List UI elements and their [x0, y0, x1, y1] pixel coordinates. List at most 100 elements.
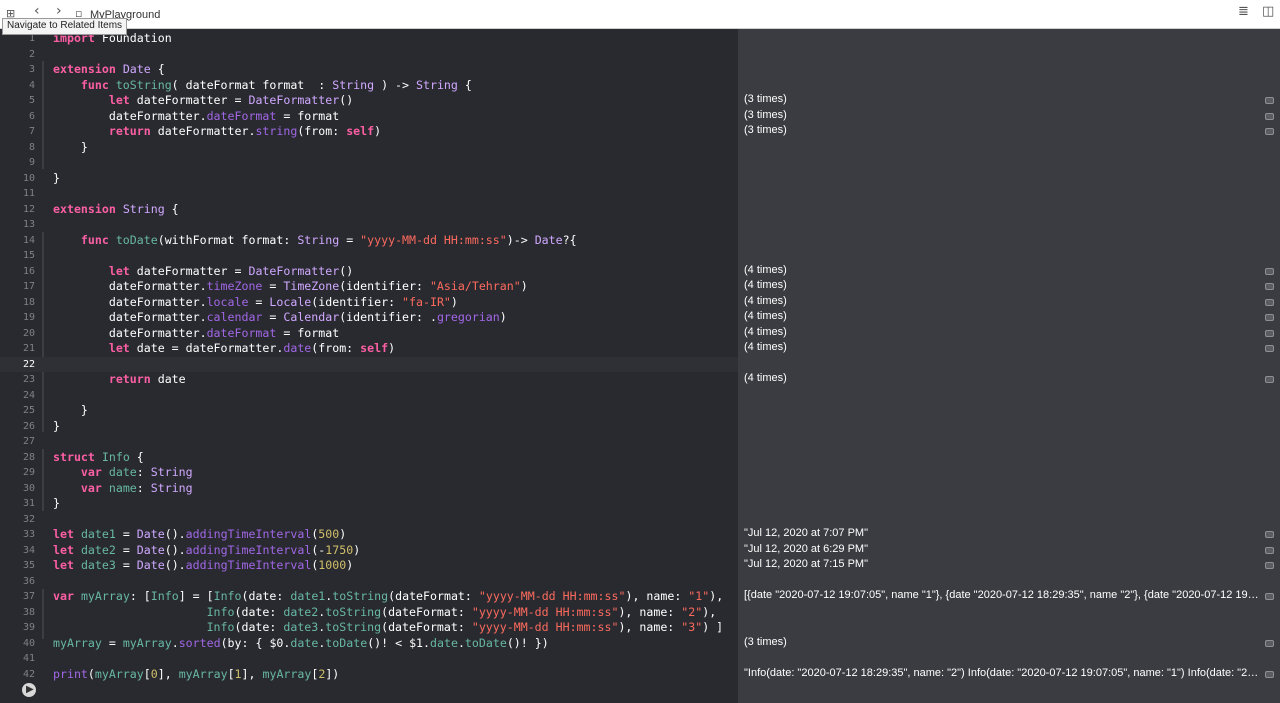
- code-line[interactable]: 37 var myArray: [Info] = [Info(date: date…: [0, 589, 738, 605]
- code-line[interactable]: 15: [0, 248, 738, 264]
- code-text[interactable]: Info(date: date3.toString(dateFormat: "y…: [53, 620, 724, 636]
- code-line[interactable]: 27: [0, 434, 738, 450]
- quick-look-icon[interactable]: [1265, 283, 1274, 290]
- code-text[interactable]: print(myArray[0], myArray[1], myArray[2]…: [53, 667, 339, 683]
- code-line[interactable]: 21 let date = dateFormatter.date(from: s…: [0, 341, 738, 357]
- code-line[interactable]: 38 Info(date: date2.toString(dateFormat:…: [0, 605, 738, 621]
- code-line[interactable]: 19 dateFormatter.calendar = Calendar(ide…: [0, 310, 738, 326]
- result-value[interactable]: (3 times): [744, 93, 1260, 105]
- code-line[interactable]: 25 }: [0, 403, 738, 419]
- code-line[interactable]: 22: [0, 356, 738, 372]
- result-value[interactable]: (4 times): [744, 264, 1260, 276]
- code-text[interactable]: }: [53, 419, 60, 435]
- result-value[interactable]: "Jul 12, 2020 at 7:07 PM": [744, 527, 1260, 539]
- code-line[interactable]: 6 dateFormatter.dateFormat = format: [0, 109, 738, 125]
- result-value[interactable]: (4 times): [744, 326, 1260, 338]
- inspector-toggle-icon[interactable]: ◫: [1262, 4, 1274, 19]
- code-text[interactable]: return dateFormatter.string(from: self): [53, 124, 381, 140]
- code-text[interactable]: var name: String: [53, 481, 193, 497]
- code-text[interactable]: dateFormatter.calendar = Calendar(identi…: [53, 310, 507, 326]
- code-text[interactable]: return date: [53, 372, 186, 388]
- code-line[interactable]: 3 extension Date {: [0, 62, 738, 78]
- result-value[interactable]: [{date "2020-07-12 19:07:05", name "1"},…: [744, 589, 1260, 601]
- code-text[interactable]: Info(date: date2.toString(dateFormat: "y…: [53, 605, 717, 621]
- code-text[interactable]: extension Date {: [53, 62, 165, 78]
- code-text[interactable]: extension String {: [53, 202, 179, 218]
- result-value[interactable]: (3 times): [744, 124, 1260, 136]
- code-line[interactable]: 41: [0, 651, 738, 667]
- code-line[interactable]: 9: [0, 155, 738, 171]
- code-line[interactable]: 13: [0, 217, 738, 233]
- code-line[interactable]: 28 struct Info {: [0, 450, 738, 466]
- code-text[interactable]: myArray = myArray.sorted(by: { $0.date.t…: [53, 636, 549, 652]
- code-line[interactable]: 42 print(myArray[0], myArray[1], myArray[…: [0, 667, 738, 683]
- code-line[interactable]: 11: [0, 186, 738, 202]
- code-text[interactable]: dateFormatter.dateFormat = format: [53, 326, 339, 342]
- code-line[interactable]: 20 dateFormatter.dateFormat = format: [0, 326, 738, 342]
- code-line[interactable]: 36: [0, 574, 738, 590]
- code-text[interactable]: let date = dateFormatter.date(from: self…: [53, 341, 395, 357]
- code-text[interactable]: let date2 = Date().addingTimeInterval(-1…: [53, 543, 360, 559]
- result-value[interactable]: (3 times): [744, 109, 1260, 121]
- code-line[interactable]: 10}: [0, 171, 738, 187]
- code-line[interactable]: 39 Info(date: date3.toString(dateFormat:…: [0, 620, 738, 636]
- code-editor[interactable]: 1 import Foundation 2 3 extension Date {4 fu…: [0, 29, 738, 703]
- code-text[interactable]: }: [53, 140, 88, 156]
- code-text[interactable]: }: [53, 171, 60, 187]
- quick-look-icon[interactable]: [1265, 97, 1274, 104]
- code-line[interactable]: 14 func toDate(withFormat format: String…: [0, 233, 738, 249]
- code-text[interactable]: func toDate(withFormat format: String = …: [53, 233, 577, 249]
- code-line[interactable]: 33 let date1 = Date().addingTimeInterval(…: [0, 527, 738, 543]
- code-line[interactable]: 7 return dateFormatter.string(from: self…: [0, 124, 738, 140]
- code-line[interactable]: 35 let date3 = Date().addingTimeInterval(…: [0, 558, 738, 574]
- code-text[interactable]: dateFormatter.locale = Locale(identifier…: [53, 295, 458, 311]
- result-value[interactable]: "Jul 12, 2020 at 7:15 PM": [744, 558, 1260, 570]
- result-value[interactable]: (3 times): [744, 636, 1260, 648]
- code-line[interactable]: 4 func toString( dateFormat format : Str…: [0, 78, 738, 94]
- quick-look-icon[interactable]: [1265, 670, 1274, 678]
- quick-look-icon[interactable]: [1265, 128, 1274, 135]
- quick-look-icon[interactable]: [1265, 112, 1274, 120]
- quick-look-icon[interactable]: [1265, 546, 1274, 554]
- result-value[interactable]: (4 times): [744, 341, 1260, 353]
- code-text[interactable]: var myArray: [Info] = [Info(date: date1.…: [53, 589, 723, 605]
- result-value[interactable]: (4 times): [744, 279, 1260, 291]
- code-line[interactable]: 17 dateFormatter.timeZone = TimeZone(ide…: [0, 279, 738, 295]
- code-text[interactable]: let date1 = Date().addingTimeInterval(50…: [53, 527, 346, 543]
- result-value[interactable]: (4 times): [744, 310, 1260, 322]
- code-line[interactable]: 2: [0, 47, 738, 63]
- quick-look-icon[interactable]: [1265, 562, 1274, 569]
- quick-look-icon[interactable]: [1265, 639, 1274, 647]
- code-line[interactable]: 30 var name: String: [0, 481, 738, 497]
- editor-options-icon[interactable]: ≣: [1238, 4, 1249, 19]
- code-line[interactable]: 26}: [0, 419, 738, 435]
- code-line[interactable]: 12 extension String {: [0, 202, 738, 218]
- code-line[interactable]: 18 dateFormatter.locale = Locale(identif…: [0, 295, 738, 311]
- code-text[interactable]: func toString( dateFormat format : Strin…: [53, 78, 472, 94]
- code-line[interactable]: 5 let dateFormatter = DateFormatter(): [0, 93, 738, 109]
- code-line[interactable]: 31}: [0, 496, 738, 512]
- forward-icon[interactable]: ›: [56, 3, 62, 19]
- quick-look-icon[interactable]: [1265, 345, 1274, 352]
- quick-look-icon[interactable]: [1265, 314, 1274, 321]
- quick-look-icon[interactable]: [1265, 329, 1274, 337]
- result-value[interactable]: (4 times): [744, 295, 1260, 307]
- result-value[interactable]: "Jul 12, 2020 at 6:29 PM": [744, 543, 1260, 555]
- run-playground-button[interactable]: ▶: [22, 683, 36, 697]
- code-text[interactable]: struct Info {: [53, 450, 144, 466]
- quick-look-icon[interactable]: [1265, 593, 1274, 600]
- code-text[interactable]: dateFormatter.timeZone = TimeZone(identi…: [53, 279, 528, 295]
- quick-look-icon[interactable]: [1265, 531, 1274, 538]
- back-icon[interactable]: ‹: [34, 3, 40, 19]
- quick-look-icon[interactable]: [1265, 298, 1274, 306]
- code-text[interactable]: let date3 = Date().addingTimeInterval(10…: [53, 558, 353, 574]
- code-text[interactable]: }: [53, 496, 60, 512]
- code-line[interactable]: 32: [0, 512, 738, 528]
- result-value[interactable]: (4 times): [744, 372, 1260, 384]
- code-line[interactable]: 23 return date: [0, 372, 738, 388]
- code-line[interactable]: 8 }: [0, 140, 738, 156]
- quick-look-icon[interactable]: [1265, 376, 1274, 383]
- code-text[interactable]: let dateFormatter = DateFormatter(): [53, 93, 353, 109]
- quick-look-icon[interactable]: [1265, 267, 1274, 275]
- result-value[interactable]: "Info(date: "2020-07-12 18:29:35", name:…: [744, 667, 1260, 679]
